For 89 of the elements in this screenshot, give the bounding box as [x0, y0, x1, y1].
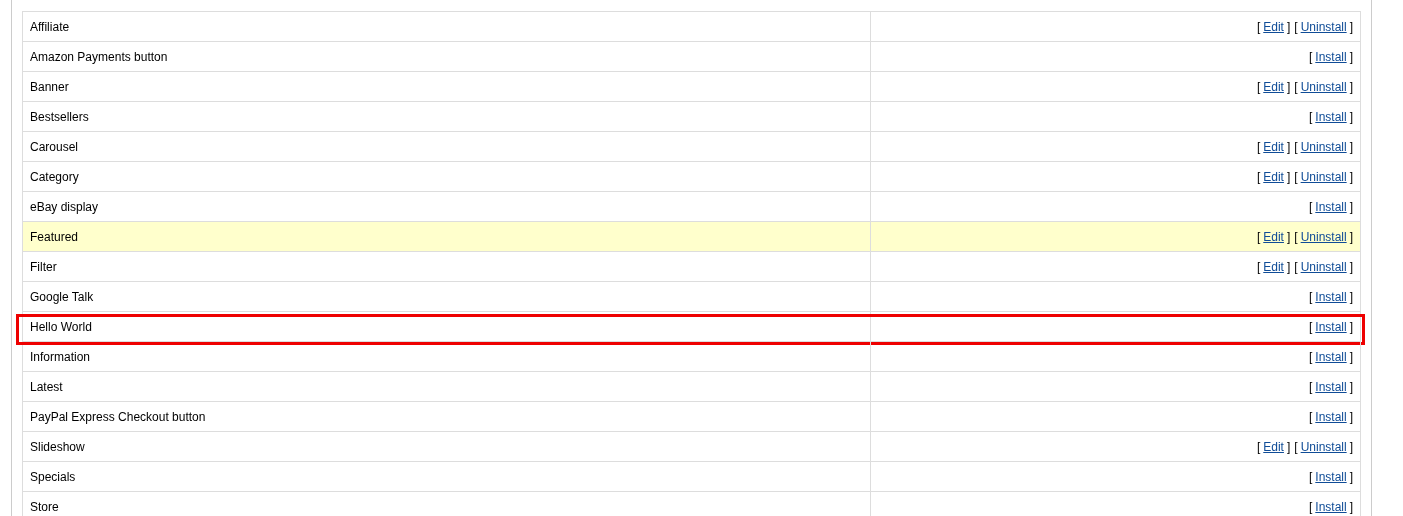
action-link[interactable]: Install — [1315, 289, 1347, 304]
bracket-text: [ — [1256, 79, 1261, 94]
bracket-text: ] — [1286, 259, 1291, 274]
bracket-text: ] — [1349, 79, 1353, 94]
module-name: Featured — [30, 229, 79, 244]
bracket-text: ] — [1349, 349, 1353, 364]
bracket-text: [ — [1256, 139, 1261, 154]
bracket-text: [ — [1308, 199, 1313, 214]
module-name: Banner — [30, 79, 69, 94]
module-name: Google Talk — [30, 289, 94, 304]
bracket-text: ] — [1349, 139, 1353, 154]
action-link[interactable]: Install — [1315, 49, 1347, 64]
bracket-text: ] — [1349, 319, 1353, 334]
bracket-text: ] — [1286, 169, 1291, 184]
bracket-text: [ — [1294, 169, 1298, 184]
action-link[interactable]: Edit — [1263, 79, 1284, 94]
action-link[interactable]: Edit — [1263, 439, 1284, 454]
bracket-text: [ — [1308, 109, 1313, 124]
module-name: Category — [30, 169, 79, 184]
bracket-text: ] — [1349, 289, 1353, 304]
bracket-text: ] — [1349, 469, 1353, 484]
action-link[interactable]: Install — [1315, 199, 1347, 214]
module-name: Latest — [30, 379, 63, 394]
module-name: Carousel — [30, 139, 79, 154]
bracket-text: [ — [1294, 19, 1298, 34]
bracket-text: ] — [1349, 499, 1353, 514]
action-link[interactable]: Uninstall — [1300, 19, 1347, 34]
module-name: PayPal Express Checkout button — [30, 409, 206, 424]
action-link[interactable]: Uninstall — [1300, 229, 1347, 244]
bracket-text: [ — [1308, 289, 1313, 304]
bracket-text: [ — [1308, 49, 1313, 64]
action-link[interactable]: Uninstall — [1300, 139, 1347, 154]
action-link[interactable]: Install — [1315, 109, 1347, 124]
action-link[interactable]: Uninstall — [1300, 79, 1347, 94]
bracket-text: [ — [1308, 469, 1313, 484]
bracket-text: ] — [1349, 229, 1353, 244]
bracket-text: ] — [1349, 169, 1353, 184]
bracket-text: [ — [1256, 439, 1261, 454]
module-name: eBay display — [30, 199, 99, 214]
bracket-text: [ — [1308, 349, 1313, 364]
bracket-text: ] — [1349, 259, 1353, 274]
module-name: Bestsellers — [30, 109, 89, 124]
bracket-text: [ — [1256, 169, 1261, 184]
bracket-text: ] — [1286, 19, 1291, 34]
module-name: Filter — [30, 259, 57, 274]
module-name: Information — [30, 349, 91, 364]
bracket-text: ] — [1286, 439, 1291, 454]
bracket-text: ] — [1286, 229, 1291, 244]
action-link[interactable]: Install — [1315, 349, 1347, 364]
action-link[interactable]: Edit — [1263, 259, 1284, 274]
bracket-text: ] — [1349, 439, 1353, 454]
bracket-text: ] — [1286, 139, 1291, 154]
bracket-text: ] — [1349, 109, 1353, 124]
bracket-text: [ — [1294, 139, 1298, 154]
module-name: Slideshow — [30, 439, 85, 454]
action-link[interactable]: Install — [1315, 319, 1347, 334]
module-name: Hello World — [30, 319, 92, 334]
action-link[interactable]: Edit — [1263, 139, 1284, 154]
action-link[interactable]: Install — [1315, 469, 1347, 484]
bracket-text: ] — [1349, 19, 1353, 34]
module-name: Specials — [30, 469, 76, 484]
action-link[interactable]: Uninstall — [1300, 259, 1347, 274]
bracket-text: [ — [1256, 229, 1261, 244]
bracket-text: [ — [1308, 499, 1313, 514]
action-link[interactable]: Install — [1315, 409, 1347, 424]
bracket-text: [ — [1256, 19, 1261, 34]
action-link[interactable]: Uninstall — [1300, 439, 1347, 454]
module-name: Store — [30, 499, 59, 514]
action-link[interactable]: Install — [1315, 499, 1347, 514]
action-link[interactable]: Edit — [1263, 169, 1284, 184]
bracket-text: ] — [1286, 79, 1291, 94]
bracket-text: [ — [1308, 379, 1313, 394]
bracket-text: ] — [1349, 49, 1353, 64]
bracket-text: ] — [1349, 379, 1353, 394]
bracket-text: [ — [1294, 79, 1298, 94]
bracket-text: [ — [1256, 259, 1261, 274]
bracket-text: [ — [1294, 259, 1298, 274]
bracket-text: [ — [1294, 439, 1298, 454]
bracket-text: [ — [1294, 229, 1298, 244]
bracket-text: [ — [1308, 409, 1313, 424]
bracket-text: ] — [1349, 199, 1353, 214]
action-link[interactable]: Edit — [1263, 229, 1284, 244]
module-name: Amazon Payments button — [30, 49, 168, 64]
action-link[interactable]: Edit — [1263, 19, 1284, 34]
module-name: Affiliate — [30, 19, 70, 34]
action-link[interactable]: Install — [1315, 379, 1347, 394]
action-link[interactable]: Uninstall — [1300, 169, 1347, 184]
bracket-text: [ — [1308, 319, 1313, 334]
bracket-text: ] — [1349, 409, 1353, 424]
